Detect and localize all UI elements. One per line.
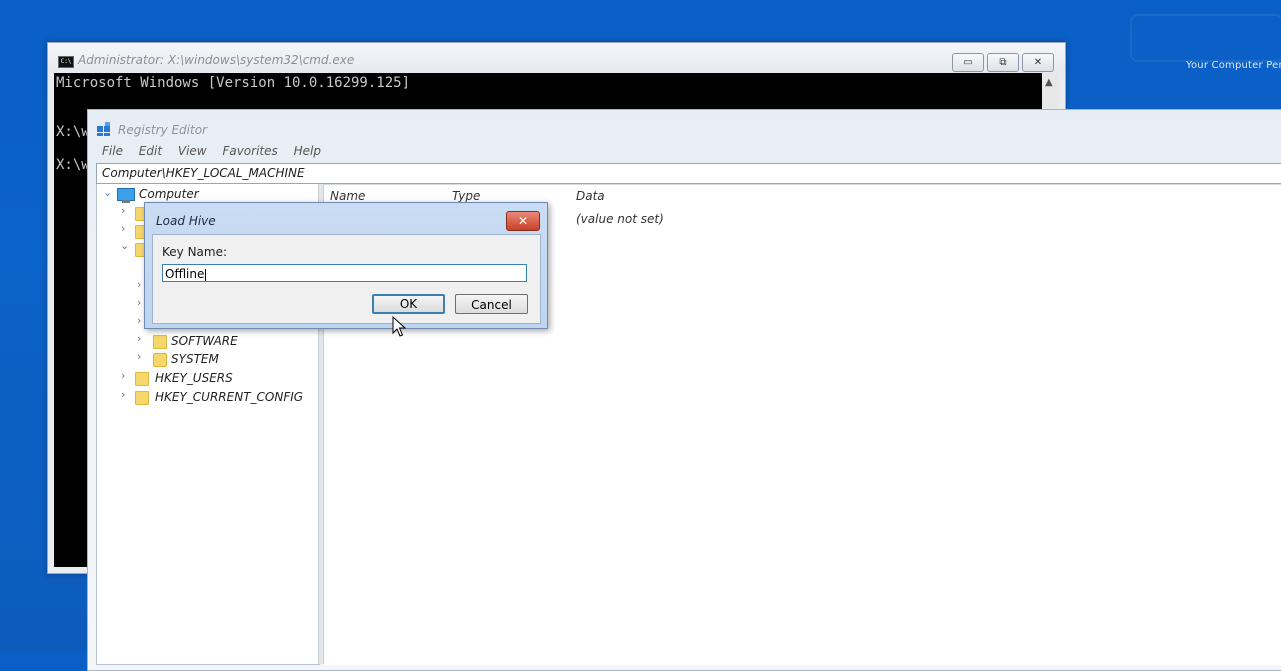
dialog-body: Key Name: Offline OK Cancel	[152, 234, 541, 324]
chevron-down-icon[interactable]: ⌄	[103, 186, 112, 199]
tree-node-hkey-current-config[interactable]: HKEY_CURRENT_CONFIG	[155, 388, 303, 406]
watermark: Your Computer Per	[1130, 14, 1281, 74]
key-name-label: Key Name:	[162, 245, 228, 259]
folder-icon	[135, 391, 149, 405]
address-bar[interactable]: Computer\HKEY_LOCAL_MACHINE	[96, 163, 1281, 184]
cmd-line: X:\w	[56, 124, 90, 140]
menu-edit[interactable]: Edit	[139, 144, 162, 158]
cmd-window-title: Administrator: X:\windows\system32\cmd.e…	[78, 53, 355, 67]
chevron-right-icon[interactable]: ›	[137, 296, 141, 309]
tree-node-software[interactable]: SOFTWARE	[171, 332, 238, 350]
dialog-close-button[interactable]: ✕	[506, 211, 540, 231]
menu-file[interactable]: File	[102, 144, 123, 158]
menu-help[interactable]: Help	[294, 144, 321, 158]
mouse-pointer-icon	[392, 316, 406, 337]
menu-bar: File Edit View Favorites Help	[102, 144, 333, 158]
cmd-title-bar[interactable]: C:\ Administrator: X:\windows\system32\c…	[48, 43, 1065, 73]
ok-button[interactable]: OK	[372, 294, 445, 314]
computer-icon	[117, 188, 135, 203]
chevron-right-icon[interactable]: ›	[137, 332, 141, 345]
registry-editor-window[interactable]: Registry Editor File Edit View Favorites…	[87, 109, 1281, 671]
chevron-right-icon[interactable]: ›	[121, 204, 125, 217]
dialog-title: Load Hive	[156, 214, 216, 228]
column-header-data[interactable]: Data	[576, 189, 605, 203]
folder-icon	[135, 372, 149, 386]
scroll-up-icon[interactable]: ▲	[1045, 77, 1053, 88]
folder-icon	[153, 353, 167, 367]
close-button[interactable]: ✕	[1022, 53, 1054, 72]
cmd-line: Microsoft Windows [Version 10.0.16299.12…	[56, 75, 411, 91]
load-hive-dialog[interactable]: Load Hive ✕ Key Name: Offline OK Cancel	[144, 202, 548, 329]
registry-editor-icon	[97, 122, 111, 136]
minimize-button[interactable]: ▭	[952, 53, 984, 72]
column-header-type[interactable]: Type	[452, 189, 480, 203]
chevron-down-icon[interactable]: ⌄	[120, 239, 129, 252]
registry-window-title: Registry Editor	[118, 123, 207, 137]
registry-title-bar[interactable]: Registry Editor	[88, 110, 1281, 146]
tree-node-system[interactable]: SYSTEM	[171, 350, 219, 368]
chevron-right-icon[interactable]: ›	[137, 278, 141, 291]
chevron-right-icon[interactable]: ›	[121, 222, 125, 235]
restore-button[interactable]: ⧉	[987, 53, 1019, 72]
chevron-right-icon[interactable]: ›	[137, 314, 141, 327]
value-data-cell[interactable]: (value not set)	[576, 212, 664, 226]
cancel-button[interactable]: Cancel	[455, 294, 528, 314]
menu-favorites[interactable]: Favorites	[222, 144, 277, 158]
tree-node-hkey-users[interactable]: HKEY_USERS	[155, 369, 233, 387]
watermark-tagline: Your Computer Per	[1186, 60, 1281, 71]
key-name-input[interactable]: Offline	[162, 264, 527, 282]
watermark-logo-icon	[1130, 14, 1281, 62]
chevron-right-icon[interactable]: ›	[121, 388, 125, 401]
chevron-right-icon[interactable]: ›	[137, 350, 141, 363]
cmd-line: X:\w	[56, 157, 90, 173]
column-header-name[interactable]: Name	[330, 189, 365, 203]
key-name-value: Offline	[165, 267, 205, 281]
chevron-right-icon[interactable]: ›	[121, 369, 125, 382]
menu-view[interactable]: View	[178, 144, 207, 158]
folder-icon	[153, 335, 167, 349]
command-prompt-icon: C:\	[58, 56, 74, 68]
tree-node-computer[interactable]: Computer	[139, 185, 199, 203]
text-caret	[205, 268, 207, 281]
